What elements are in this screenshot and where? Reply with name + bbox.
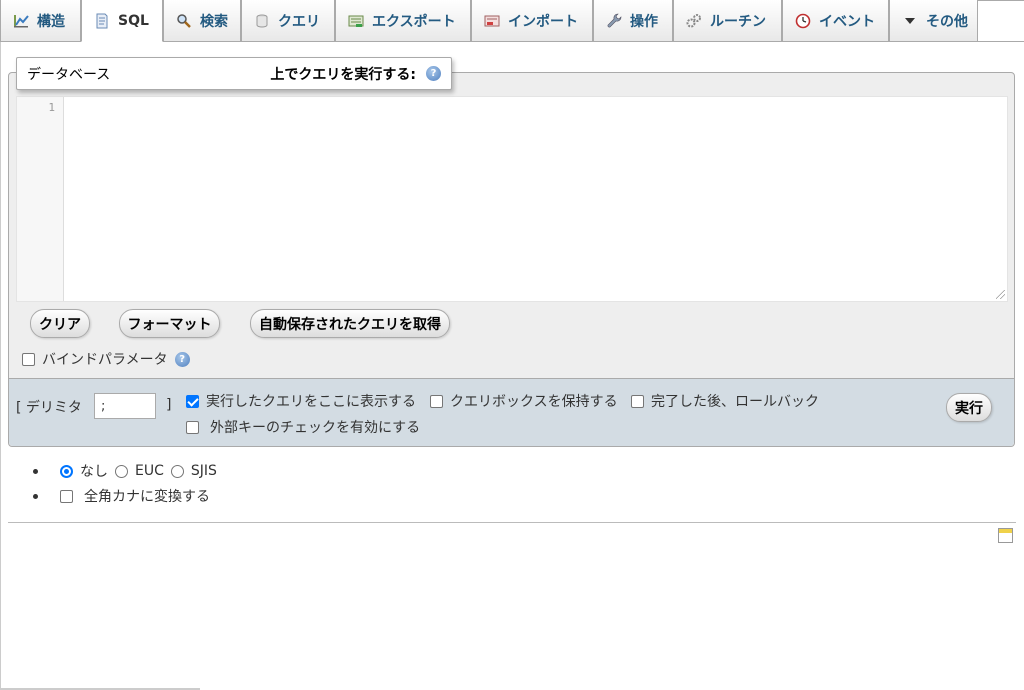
legend-database-label: データベース [27, 66, 111, 83]
tab-operations[interactable]: 操作 [593, 0, 673, 42]
retain-query-box-label: クエリボックスを保持する [450, 394, 618, 410]
rollback-option: 完了した後、ロールバック [631, 391, 819, 411]
delimiter-close-row: ] [166, 397, 171, 413]
tab-routines[interactable]: ルーチン [673, 0, 782, 42]
tab-query[interactable]: クエリ [241, 0, 335, 42]
tab-bar-filler [978, 0, 1024, 42]
delimiter-input[interactable] [94, 393, 156, 419]
rollback-checkbox[interactable] [631, 394, 644, 408]
routines-icon [686, 13, 701, 27]
structure-icon [14, 14, 29, 27]
encoding-sjis-radio[interactable] [170, 464, 184, 478]
section-divider [8, 522, 1016, 523]
tab-bar: 構造 SQL 検索 クエリ エクスポート インポート 操作 ルーチン イベント … [0, 0, 1024, 42]
format-button[interactable]: フォーマット [119, 309, 220, 338]
tab-label: クエリ [278, 13, 320, 30]
help-icon[interactable]: ? [426, 66, 441, 81]
query-fieldset-legend: データベース 上でクエリを実行する: ? [16, 57, 452, 90]
notepad-icon[interactable] [998, 528, 1013, 543]
tab-events[interactable]: イベント [782, 0, 889, 42]
tab-export[interactable]: エクスポート [335, 0, 471, 42]
fk-checks-label: 外部キーのチェックを有効にする [210, 420, 421, 436]
tab-label: インポート [508, 13, 578, 30]
tab-label: 検索 [200, 13, 228, 30]
search-icon [177, 13, 191, 28]
kana-conversion-checkbox[interactable] [60, 489, 73, 503]
bind-parameters-checkbox[interactable] [22, 352, 35, 366]
encoding-radio-list: なし EUC SJIS [33, 461, 217, 481]
tab-label: その他 [926, 13, 968, 30]
show-query-checkbox[interactable] [186, 394, 199, 408]
triangle-down-icon [905, 17, 915, 24]
delimiter-label: [ デリミタ [16, 400, 82, 416]
clear-button[interactable]: クリア [30, 309, 90, 338]
tab-search[interactable]: 検索 [163, 0, 241, 42]
list-bullet [33, 493, 38, 499]
delimiter-close-bracket: ] [166, 397, 172, 413]
tab-label: 構造 [37, 13, 65, 30]
events-clock-icon [795, 13, 811, 28]
fk-checks-option: 外部キーのチェックを有効にする [186, 417, 420, 437]
encoding-sjis-label: SJIS [190, 463, 217, 479]
kana-conversion-item: 全角カナに変換する [33, 486, 210, 506]
help-icon[interactable]: ? [174, 351, 190, 367]
kana-conversion-label: 全角カナに変換する [84, 489, 210, 505]
go-button[interactable]: 実行 [946, 393, 992, 422]
line-number: 1 [48, 101, 55, 114]
retain-query-box-option: クエリボックスを保持する [430, 391, 618, 411]
editor-line-numbers: 1 [17, 97, 64, 301]
wrench-icon [607, 13, 622, 27]
tab-import[interactable]: インポート [471, 0, 593, 42]
tab-sql[interactable]: SQL [81, 0, 163, 42]
editor-resize-handle[interactable] [996, 290, 1005, 299]
encoding-euc-label: EUC [135, 463, 164, 479]
tab-label: イベント [819, 13, 875, 30]
encoding-euc-radio[interactable] [115, 464, 128, 478]
legend-run-query-label: 上でクエリを実行する: [270, 66, 416, 83]
tab-more[interactable]: その他 [889, 0, 978, 42]
list-bullet [33, 468, 38, 474]
rollback-label: 完了した後、ロールバック [651, 394, 819, 410]
retain-query-box-checkbox[interactable] [430, 394, 443, 408]
delimiter-label-row: [ デリミタ [16, 397, 82, 417]
tab-label: SQL [118, 12, 149, 29]
query-icon [256, 14, 268, 27]
sql-icon [96, 13, 108, 28]
encoding-none-radio[interactable] [60, 464, 73, 478]
tab-label: 操作 [630, 13, 658, 30]
sql-query-editor[interactable]: 1 [16, 96, 1008, 302]
page-left-edge [0, 42, 1, 690]
show-query-label: 実行したクエリをここに表示する [206, 394, 416, 410]
tab-structure[interactable]: 構造 [0, 0, 81, 42]
encoding-none-label: なし [80, 464, 108, 480]
import-icon [484, 15, 500, 26]
show-query-option: 実行したクエリをここに表示する [186, 391, 416, 411]
query-options-footer [9, 378, 1014, 446]
tab-label: エクスポート [372, 13, 456, 30]
bind-parameters-row: バインドパラメータ ? [22, 349, 190, 369]
get-autosaved-query-button[interactable]: 自動保存されたクエリを取得 [250, 309, 450, 338]
fk-checks-checkbox[interactable] [186, 420, 199, 434]
bind-parameters-label: バインドパラメータ [42, 352, 168, 368]
export-icon [348, 15, 364, 27]
tab-label: ルーチン [710, 13, 766, 30]
